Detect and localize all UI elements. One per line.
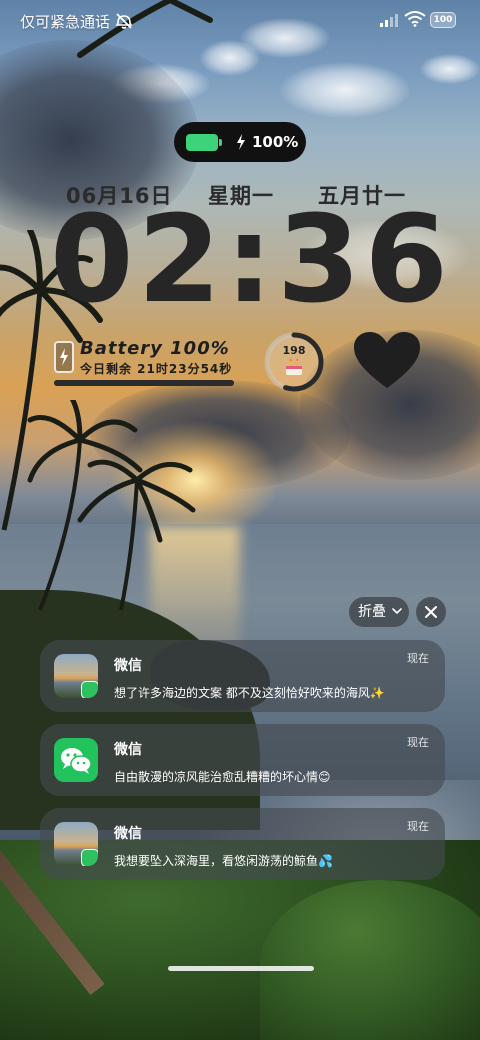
signal-icon [380,14,398,27]
notification-app-name: 微信 [114,742,142,758]
close-icon [425,606,437,618]
notification-card[interactable]: 微信 现在 我想要坠入深海里，看悠闲游荡的鲸鱼💦 [40,808,445,880]
notification-time: 现在 [407,736,429,749]
battery-icon: 100 [430,12,456,28]
phone-battery-icon [54,341,74,373]
lock-clock: 02:36 [50,191,452,330]
wechat-icon [54,738,98,782]
battery-progress-bar [54,380,234,386]
wechat-badge-icon [81,849,98,866]
days-count: 198 [282,344,306,357]
wechat-logo-icon [54,738,98,782]
chevron-down-icon [392,608,402,615]
charging-bolt-icon [237,134,245,150]
charging-percent: 100% [252,133,299,151]
battery-widget-title: Battery 100% [80,338,230,359]
heart-icon [354,332,420,388]
battery-cap [219,139,222,146]
carrier-status-text: 仅可紧急通话 [20,13,111,31]
charging-indicator: 100% [174,122,306,162]
notification-message: 自由散漫的凉风能治愈乱糟糟的坏心情😊 [114,770,331,784]
bolt-icon [60,348,68,366]
notification-app-name: 微信 [114,826,142,842]
fold-label: 折叠 [358,604,386,620]
fold-notifications-button[interactable]: 折叠 [349,597,409,627]
home-indicator[interactable] [168,966,314,971]
battery-level-icon [186,134,218,151]
cloud [280,62,410,118]
wechat-badge-icon [81,681,98,698]
notification-message: 我想要坠入深海里，看悠闲游荡的鲸鱼💦 [114,854,333,868]
notification-app-name: 微信 [114,658,142,674]
battery-widget-remaining: 今日剩余 21时23分54秒 [80,362,233,376]
notification-time: 现在 [407,820,429,833]
mute-icon [115,13,133,29]
wifi-icon [404,11,426,27]
status-bar: 仅可紧急通话 100 [0,0,480,40]
photo-avatar-icon [54,654,98,698]
cloud [420,54,480,84]
photo-avatar-icon [54,822,98,866]
cake-icon [286,358,302,375]
notification-card[interactable]: 微信 现在 自由散漫的凉风能治愈乱糟糟的坏心情😊 [40,724,445,796]
notification-card[interactable]: 微信 现在 想了许多海边的文案 都不及这刻恰好吹来的海风✨ [40,640,445,712]
palm-tree [77,459,196,611]
battery-progress-fill [54,380,234,386]
notification-time: 现在 [407,652,429,665]
clear-notifications-button[interactable] [416,597,446,627]
notification-message: 想了许多海边的文案 都不及这刻恰好吹来的海风✨ [114,686,385,700]
